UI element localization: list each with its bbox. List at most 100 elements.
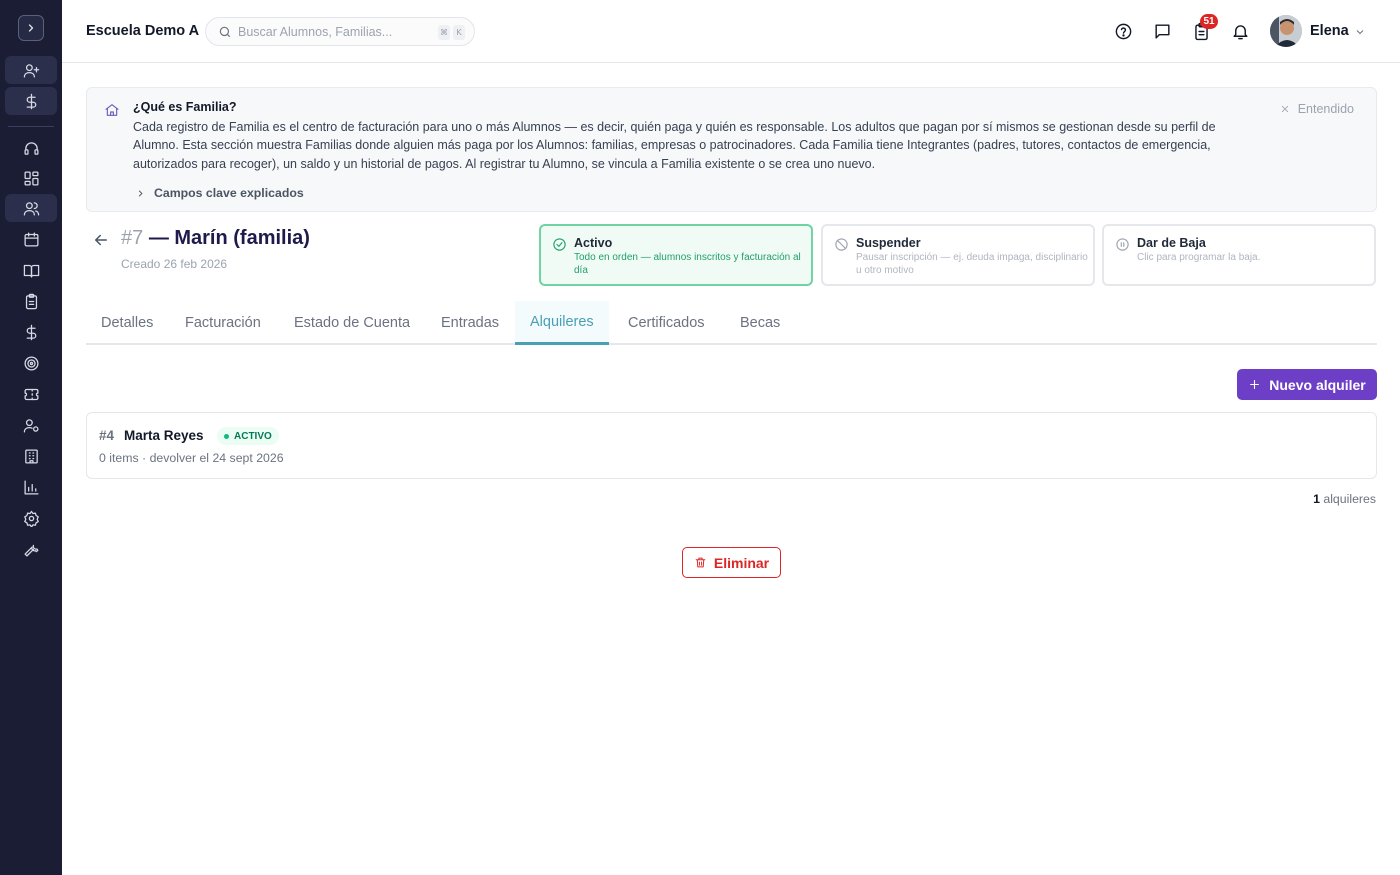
family-name: — Marín (familia) <box>148 227 310 249</box>
new-rental-label: Nuevo alquiler <box>1269 376 1366 393</box>
status-option-active[interactable]: Activo Todo en orden — alumnos inscritos… <box>539 224 813 286</box>
tasks-count-badge: 51 <box>1200 14 1218 29</box>
back-button[interactable] <box>92 231 110 249</box>
bar-chart-icon <box>23 479 39 495</box>
shortcut-key-k: K <box>453 25 465 40</box>
rental-number: #4 <box>99 428 115 443</box>
help-button[interactable] <box>1112 20 1134 42</box>
building-icon <box>24 448 38 464</box>
sidebar-item-tickets[interactable] <box>5 380 57 408</box>
status-desc: Clic para programar la baja. <box>1137 252 1261 263</box>
dollar-icon <box>26 93 36 109</box>
notifications-button[interactable] <box>1229 20 1251 42</box>
sidebar-item-tools[interactable] <box>5 535 57 563</box>
dashboard-icon <box>23 170 39 186</box>
book-icon <box>23 264 39 278</box>
sidebar-item-families[interactable] <box>5 194 57 222</box>
tab-tickets[interactable]: Entradas <box>426 301 514 345</box>
avatar[interactable] <box>1270 15 1302 47</box>
trash-icon <box>695 557 706 568</box>
sidebar-item-settings[interactable] <box>5 504 57 532</box>
tab-billing[interactable]: Facturación <box>170 301 276 345</box>
status-title: Dar de Baja <box>1137 236 1206 250</box>
dismiss-button[interactable]: Entendido <box>1280 102 1354 116</box>
key-fields-label: Campos clave explicados <box>154 186 304 200</box>
sidebar-item-attendance[interactable] <box>5 287 57 315</box>
gear-icon <box>23 510 39 527</box>
info-body: Cada registro de Familia es el centro de… <box>133 120 1216 171</box>
dismiss-label: Entendido <box>1297 102 1354 116</box>
close-icon <box>1281 105 1288 113</box>
calendar-icon <box>23 231 39 247</box>
headset-icon <box>23 141 39 155</box>
pause-circle-icon <box>1116 238 1129 251</box>
user-plus-icon <box>23 63 39 78</box>
chevron-down-icon <box>1356 30 1364 35</box>
arrow-left-icon <box>95 234 107 246</box>
search-icon <box>219 26 231 38</box>
tab-account-statement[interactable]: Estado de Cuenta <box>279 301 425 345</box>
sidebar-item-dashboard[interactable] <box>5 164 57 192</box>
sidebar-item-billing[interactable] <box>5 318 57 346</box>
family-info-banner: ¿Qué es Familia? Cada registro de Famili… <box>86 87 1377 212</box>
dollar-icon <box>26 324 36 340</box>
rental-student-name[interactable]: Marta Reyes <box>124 428 204 443</box>
tab-details[interactable]: Detalles <box>86 301 168 345</box>
messages-button[interactable] <box>1151 20 1173 42</box>
rental-card[interactable]: #4 Marta Reyes ACTIVO 0 items · devolver… <box>86 412 1377 479</box>
message-square-icon <box>1154 23 1170 39</box>
status-option-unenroll[interactable]: Dar de Baja Clic para programar la baja. <box>1102 224 1376 286</box>
sidebar-expand-button[interactable] <box>18 15 44 41</box>
sidebar-item-add-user[interactable] <box>5 56 57 84</box>
rentals-count-label: alquileres <box>1323 492 1376 506</box>
chevron-right-icon <box>138 189 143 197</box>
sidebar-item-payments[interactable] <box>5 87 57 115</box>
users-icon <box>23 201 39 216</box>
user-name[interactable]: Elena <box>1310 23 1349 39</box>
bell-icon <box>1232 24 1248 39</box>
user-photo-icon <box>1270 15 1302 47</box>
search-input[interactable] <box>238 23 398 41</box>
status-title: Activo <box>574 236 613 250</box>
check-circle-icon <box>553 238 566 251</box>
school-name: Escuela Demo A <box>86 23 200 39</box>
shortcut-key-cmd: ⌘ <box>438 25 450 40</box>
page-title: #7 — Marín (familia) <box>121 227 310 250</box>
sidebar-item-locations[interactable] <box>5 442 57 470</box>
home-icon <box>104 102 120 118</box>
created-date: Creado 26 feb 2026 <box>121 257 228 271</box>
sidebar-item-support[interactable] <box>5 134 57 162</box>
new-rental-button[interactable]: Nuevo alquiler <box>1237 369 1377 400</box>
tab-rentals[interactable]: Alquileres <box>515 301 609 345</box>
sidebar <box>0 0 62 875</box>
search-box[interactable]: ⌘ K <box>205 17 475 46</box>
status-option-suspend[interactable]: Suspender Pausar inscripción — ej. deuda… <box>821 224 1095 286</box>
family-id: #7 <box>121 227 144 249</box>
status-badge-label: ACTIVO <box>234 430 272 442</box>
key-fields-toggle[interactable]: Campos clave explicados <box>135 186 304 200</box>
sidebar-item-staff[interactable] <box>5 411 57 439</box>
rentals-count-value: 1 <box>1313 492 1320 506</box>
chevron-right-icon <box>28 24 34 32</box>
status-badge: ACTIVO <box>217 427 279 445</box>
help-circle-icon <box>1115 23 1131 39</box>
sidebar-item-courses[interactable] <box>5 256 57 284</box>
sidebar-item-calendar[interactable] <box>5 225 57 253</box>
tab-scholarships[interactable]: Becas <box>725 301 795 345</box>
delete-button[interactable]: Eliminar <box>682 547 781 578</box>
plus-icon <box>1250 380 1260 389</box>
user-settings-icon <box>23 418 39 433</box>
rental-meta: 0 items · devolver el 24 sept 2026 <box>99 451 284 465</box>
clipboard-icon <box>25 293 37 309</box>
wrench-icon <box>23 544 39 557</box>
info-title: ¿Qué es Familia? <box>133 100 237 114</box>
rentals-count: 1 alquileres <box>1313 492 1376 506</box>
family-tabs: Detalles Facturación Estado de Cuenta En… <box>86 301 1377 345</box>
user-menu-toggle[interactable] <box>1354 25 1366 37</box>
tab-certificates[interactable]: Certificados <box>613 301 720 345</box>
sidebar-item-reports[interactable] <box>5 473 57 501</box>
ticket-icon <box>23 388 39 400</box>
delete-label: Eliminar <box>713 554 770 571</box>
status-desc: Todo en orden — alumnos inscritos y fact… <box>574 252 801 276</box>
sidebar-item-goals[interactable] <box>5 349 57 377</box>
